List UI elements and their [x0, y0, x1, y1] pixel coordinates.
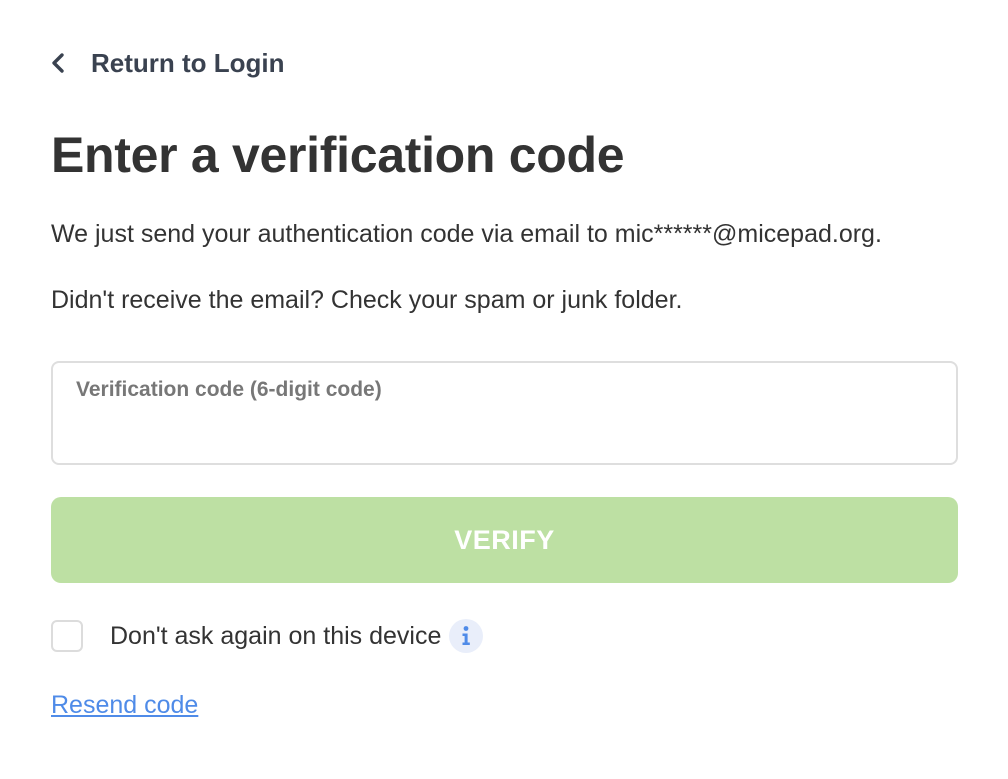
info-icon[interactable] [449, 619, 484, 653]
code-sent-notice: We just send your authentication code vi… [51, 220, 882, 248]
chevron-left-icon [51, 51, 69, 75]
remember-device-row: Don't ask again on this device [51, 617, 484, 655]
resend-code-link[interactable]: Resend code [51, 691, 198, 720]
spam-hint: Didn't receive the email? Check your spa… [51, 286, 683, 314]
verification-code-field[interactable]: Verification code (6-digit code) [51, 361, 958, 465]
verify-button[interactable]: VERIFY [51, 497, 958, 583]
remember-device-checkbox[interactable] [51, 620, 83, 652]
remember-device-label[interactable]: Don't ask again on this device [110, 622, 441, 651]
return-to-login-link[interactable]: Return to Login [51, 44, 285, 82]
return-to-login-label: Return to Login [91, 47, 285, 78]
verification-code-label: Verification code (6-digit code) [76, 378, 382, 401]
page-title: Enter a verification code [51, 127, 625, 183]
verification-code-input[interactable] [76, 415, 933, 453]
